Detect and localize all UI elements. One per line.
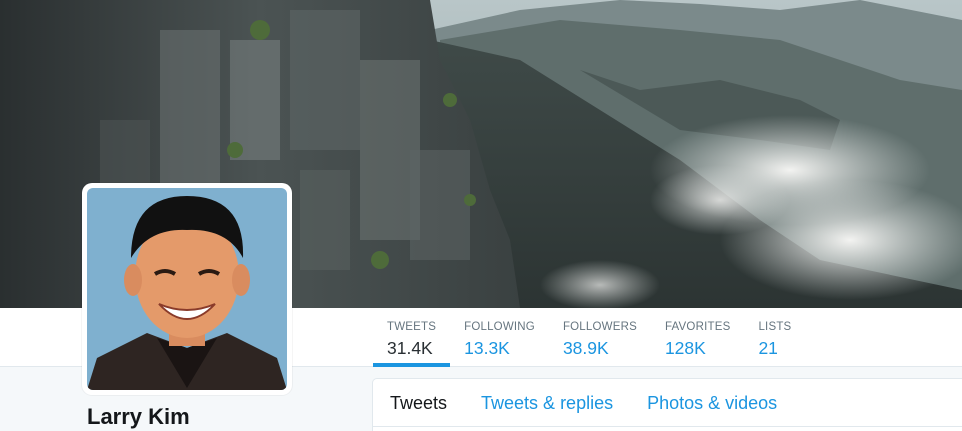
tab-photos-and-videos[interactable]: Photos & videos [630,379,794,427]
profile-name[interactable]: Larry Kim [87,404,190,430]
stat-label: LISTS [758,321,792,333]
stat-followers[interactable]: FOLLOWERS 38.9K [549,308,651,367]
timeline-panel: Tweets Tweets & replies Photos & videos [372,378,962,431]
stat-value: 21 [758,338,778,358]
stat-label: FOLLOWERS [562,321,637,333]
stat-tweets[interactable]: TWEETS 31.4K [373,308,451,367]
profile-stats: TWEETS 31.4K FOLLOWING 13.3K FOLLOWERS 3… [373,308,805,367]
stat-value: 128K [664,338,706,358]
tab-tweets-and-replies[interactable]: Tweets & replies [464,379,630,427]
stat-label: FOLLOWING [464,321,535,333]
avatar-photo [87,188,287,390]
stat-following[interactable]: FOLLOWING 13.3K [450,308,549,367]
stat-label: TWEETS [387,321,437,333]
stat-value: 38.9K [562,338,609,358]
stat-value: 13.3K [464,338,510,358]
stat-label: FAVORITES [664,321,731,333]
avatar[interactable] [82,183,292,395]
stat-favorites[interactable]: FAVORITES 128K [651,308,745,367]
stat-value: 31.4K [387,338,433,358]
tab-tweets[interactable]: Tweets [373,379,464,427]
stat-lists[interactable]: LISTS 21 [744,308,805,367]
timeline-tabs: Tweets Tweets & replies Photos & videos [373,379,962,427]
